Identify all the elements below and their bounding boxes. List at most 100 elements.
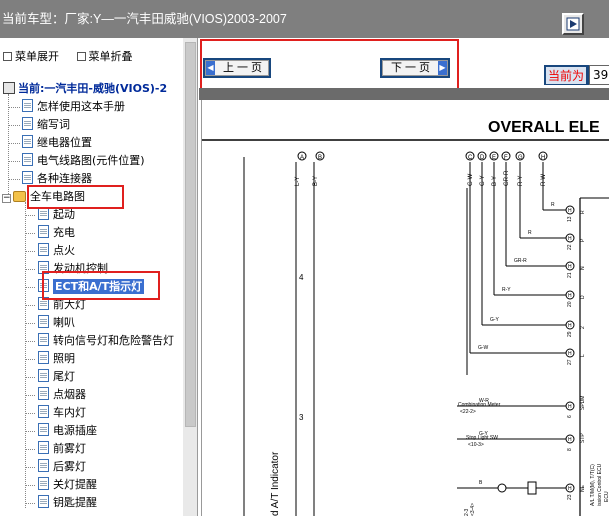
connector-letter: D <box>480 155 485 161</box>
collapse-menu[interactable]: 菜单折叠 <box>76 48 133 64</box>
tree-line <box>8 94 9 202</box>
diagram-svg: OVERALL ELE A L-Y B B-Y 4 3 d A/T Indicator C G-W… <box>202 119 609 516</box>
tree-item-label: 关灯提醒 <box>53 478 97 491</box>
terminal-label: 2 <box>580 326 586 329</box>
tree-scrollbar[interactable] <box>183 38 197 516</box>
tree-item[interactable]: 关灯提醒 <box>38 476 97 494</box>
pin-number: 22 <box>567 244 573 250</box>
component-ref: <22-2> <box>460 409 476 415</box>
document-icon <box>38 225 49 238</box>
separator-bar <box>199 88 609 100</box>
connector-letter: F <box>504 155 508 161</box>
tree-item[interactable]: 点火 <box>38 242 75 260</box>
wire-color: G-Y <box>490 317 500 323</box>
connector-letter: A <box>300 155 304 161</box>
terminal-label: NE <box>580 484 586 492</box>
scroll-thumb[interactable] <box>185 42 196 427</box>
terminal-label: STP <box>580 433 586 443</box>
document-icon <box>38 369 49 382</box>
pin-number: 21 <box>567 272 573 278</box>
tree-line <box>8 143 20 144</box>
expand-icon <box>3 52 12 61</box>
tree-line <box>25 377 35 378</box>
wire-color: GR-R <box>514 258 527 264</box>
splice-box <box>527 481 537 495</box>
document-icon <box>38 315 49 328</box>
tree-item[interactable]: 喇叭 <box>38 314 75 332</box>
tree-item[interactable]: 车内灯 <box>38 404 86 422</box>
tree-line <box>8 161 20 162</box>
tree-root[interactable]: 当前:一汽丰田-威驰(VIOS)-2 <box>3 80 167 98</box>
tree-item[interactable]: 继电器位置 <box>22 134 92 152</box>
tree-line <box>25 269 35 270</box>
tree-item[interactable]: 后雾灯 <box>38 458 86 476</box>
tree-item[interactable]: 转向信号灯和危险警告灯 <box>38 332 174 350</box>
tree-item-label: 喇叭 <box>53 316 75 329</box>
document-icon <box>38 459 49 472</box>
wire-color: B-Y <box>313 176 319 186</box>
pin-letter: H <box>568 323 572 329</box>
document-icon <box>22 99 33 112</box>
pin-letter: H <box>568 486 572 492</box>
vehicle-label: 当前车型： <box>2 12 65 26</box>
pin-letter: H <box>568 293 572 299</box>
tree-item[interactable]: 前雾灯 <box>38 440 86 458</box>
tree-line <box>25 467 35 468</box>
exit-button[interactable] <box>562 13 584 35</box>
collapse-icon <box>76 52 86 61</box>
document-icon <box>22 135 33 148</box>
tree-item[interactable]: 照明 <box>38 350 75 368</box>
document-icon <box>38 243 49 256</box>
wire-color: G-Y <box>480 175 486 186</box>
document-icon <box>38 495 49 508</box>
tree-item[interactable]: 点烟器 <box>38 386 86 404</box>
pin-letter: H <box>568 351 572 357</box>
exit-icon <box>566 17 580 31</box>
pin-number: 29 <box>567 331 573 337</box>
tree-item[interactable]: 怎样使用这本手册 <box>22 98 125 116</box>
wire-number: 3 <box>299 413 304 422</box>
tree-line <box>25 305 35 306</box>
tree-line <box>25 359 35 360</box>
connector-circle <box>497 483 507 493</box>
pin-letter: H <box>568 236 572 242</box>
wiring-diagram[interactable]: OVERALL ELE A L-Y B B-Y 4 3 d A/T Indicator C G-W… <box>201 100 609 516</box>
tree-item-label: 电源插座 <box>53 424 97 437</box>
tree-item[interactable]: 电气线路图(元件位置) <box>22 152 145 170</box>
terminal-label: P <box>580 238 586 242</box>
document-icon <box>38 477 49 490</box>
tree-line <box>25 215 35 216</box>
vehicle-info: 当前车型：厂家:Y—一汽丰田威驰(VIOS)2003-2007 <box>2 8 287 27</box>
wire-color: R-Y <box>502 287 511 293</box>
document-icon <box>38 423 49 436</box>
terminal-label: R <box>580 210 586 214</box>
tree-line <box>25 287 35 288</box>
terminal-label: SPDM <box>580 396 586 410</box>
tree-line <box>8 107 20 108</box>
component-label: Combination Meter <box>458 402 501 408</box>
computer-icon <box>3 82 15 94</box>
tree-item[interactable]: 电源插座 <box>38 422 97 440</box>
wire-color: R <box>551 202 555 208</box>
page-navigation: ◀ 上一页 下一页 ▶ 当前为 39 <box>199 39 609 90</box>
rotated-label: d A/T Indicator <box>270 451 281 516</box>
bottom-ref: <3-4> <box>470 503 476 516</box>
page-number-input[interactable]: 39 <box>589 65 609 85</box>
tree-item[interactable]: 钥匙提醒 <box>38 494 97 512</box>
tree-item-label: 缩写词 <box>37 118 70 131</box>
wire-color: R <box>528 230 532 236</box>
tree-item-label: 转向信号灯和危险警告灯 <box>53 334 174 347</box>
tree-item-label: 起动 <box>53 208 75 221</box>
tree-item[interactable]: 充电 <box>38 224 75 242</box>
bottom-ref: 2-3 <box>464 509 470 516</box>
tree-item[interactable]: 尾灯 <box>38 368 75 386</box>
document-icon <box>38 387 49 400</box>
tree-item-label: 照明 <box>53 352 75 365</box>
connector-letter: E <box>492 155 496 161</box>
pin-number: 6 <box>567 415 573 418</box>
highlight-box-nav <box>200 39 459 90</box>
tree-line <box>25 323 35 324</box>
collapse-toggle-icon[interactable]: − <box>2 194 11 203</box>
expand-menu[interactable]: 菜单展开 <box>3 48 59 64</box>
tree-item[interactable]: 缩写词 <box>22 116 70 134</box>
